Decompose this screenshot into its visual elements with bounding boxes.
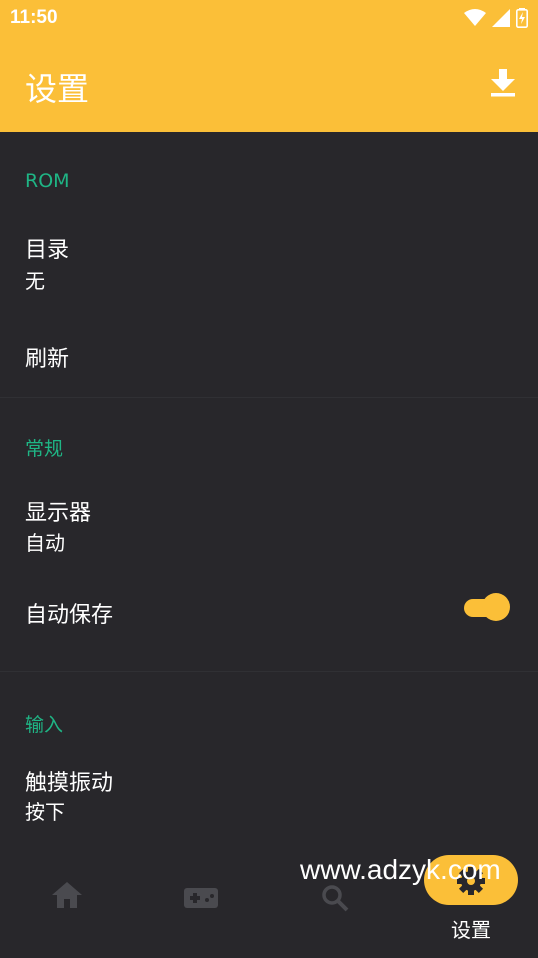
signal-icon [492, 9, 510, 27]
status-icons [464, 8, 528, 28]
section-header-rom: ROM [0, 132, 538, 232]
app-bar: 设置 [0, 36, 538, 132]
setting-directory[interactable]: 目录 无 [0, 232, 538, 342]
autosave-toggle[interactable] [462, 593, 510, 623]
nav-settings-label: 设置 [451, 918, 491, 942]
setting-value: 自动 [25, 531, 65, 555]
page-title: 设置 [25, 70, 90, 108]
setting-title: 显示器 [25, 501, 92, 526]
nav-games[interactable] [134, 848, 268, 958]
search-icon [322, 885, 349, 912]
gamepad-icon [184, 888, 218, 908]
status-bar: 11:50 [0, 0, 538, 36]
setting-title: 触摸振动 [25, 771, 114, 796]
setting-title: 目录 [25, 238, 70, 263]
nav-home[interactable] [0, 848, 134, 958]
settings-list: ROM 目录 无 刷新 常规 显示器 自动 自动保存 输入 触摸振动 按下 [0, 132, 538, 882]
section-title: ROM [25, 170, 70, 192]
section-title: 输入 [25, 714, 64, 736]
section-header-general: 常规 [0, 398, 538, 508]
setting-refresh[interactable]: 刷新 [0, 342, 538, 397]
download-button[interactable] [486, 66, 520, 100]
home-icon [52, 882, 82, 908]
status-time: 11:50 [10, 7, 58, 28]
setting-title: 刷新 [25, 347, 70, 372]
section-title: 常规 [25, 438, 64, 460]
battery-icon [516, 8, 528, 28]
setting-title: 自动保存 [25, 603, 114, 628]
setting-autosave[interactable]: 自动保存 [0, 593, 538, 671]
setting-value: 无 [25, 269, 45, 293]
download-icon [491, 69, 515, 97]
setting-value: 按下 [25, 800, 65, 824]
wifi-icon [464, 9, 486, 26]
setting-display[interactable]: 显示器 自动 [0, 501, 538, 608]
toggle-thumb [482, 593, 510, 621]
section-header-input: 输入 [0, 672, 538, 772]
watermark: www.adzyk.com [300, 854, 501, 885]
